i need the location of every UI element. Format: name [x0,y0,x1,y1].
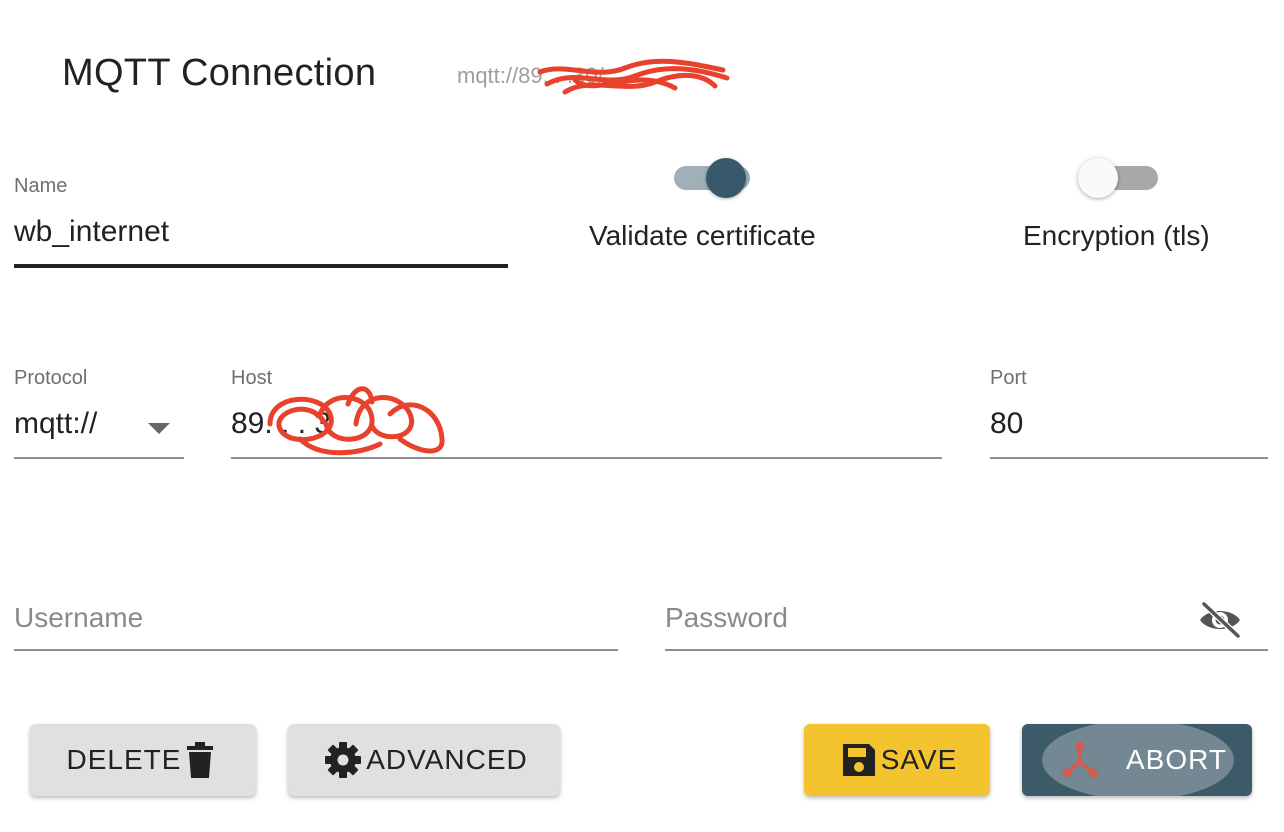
validate-certificate-label: Validate certificate [589,220,816,251]
name-input[interactable]: wb_internet [14,215,169,249]
port-underline [990,457,1268,459]
abort-button[interactable]: ABORT [1022,724,1252,796]
name-underline [14,264,508,268]
floppy-disk-icon [841,742,877,778]
dropdown-arrow-icon[interactable] [148,423,170,434]
encryption-toggle[interactable] [1078,156,1162,200]
name-label: Name [14,175,68,197]
username-input[interactable]: Username [14,602,143,634]
trash-icon [185,742,215,778]
encryption-label: Encryption (tls) [1023,220,1210,251]
host-underline [231,457,942,459]
protocol-underline [14,457,184,459]
page-title: MQTT Connection [62,52,377,94]
password-underline [665,649,1268,651]
fork-icon [1060,740,1100,780]
abort-button-label: ABORT [1126,744,1227,775]
eye-off-icon[interactable] [1196,600,1244,640]
advanced-button-label: ADVANCED [366,744,528,775]
toggle-knob [1078,158,1118,198]
password-input[interactable]: Password [665,602,788,634]
connection-url: mqtt://89. . .30/ [457,63,604,88]
host-label: Host [231,367,273,389]
delete-button-label: DELETE [66,744,182,775]
port-input[interactable]: 80 [990,407,1023,441]
gear-icon [324,741,362,779]
protocol-label: Protocol [14,367,88,389]
delete-button[interactable]: DELETE [30,724,256,796]
toggle-knob [706,158,746,198]
validate-certificate-toggle[interactable] [670,156,754,200]
mqtt-connection-dialog: MQTT Connection mqtt://89. . .30/ Name w… [0,0,1284,832]
host-input[interactable]: 89. . . 3 [231,407,331,441]
advanced-button[interactable]: ADVANCED [288,724,560,796]
port-label: Port [990,367,1027,389]
save-button[interactable]: SAVE [804,724,990,796]
save-button-label: SAVE [880,744,958,775]
protocol-select[interactable]: mqtt:// [14,407,97,441]
username-underline [14,649,618,651]
